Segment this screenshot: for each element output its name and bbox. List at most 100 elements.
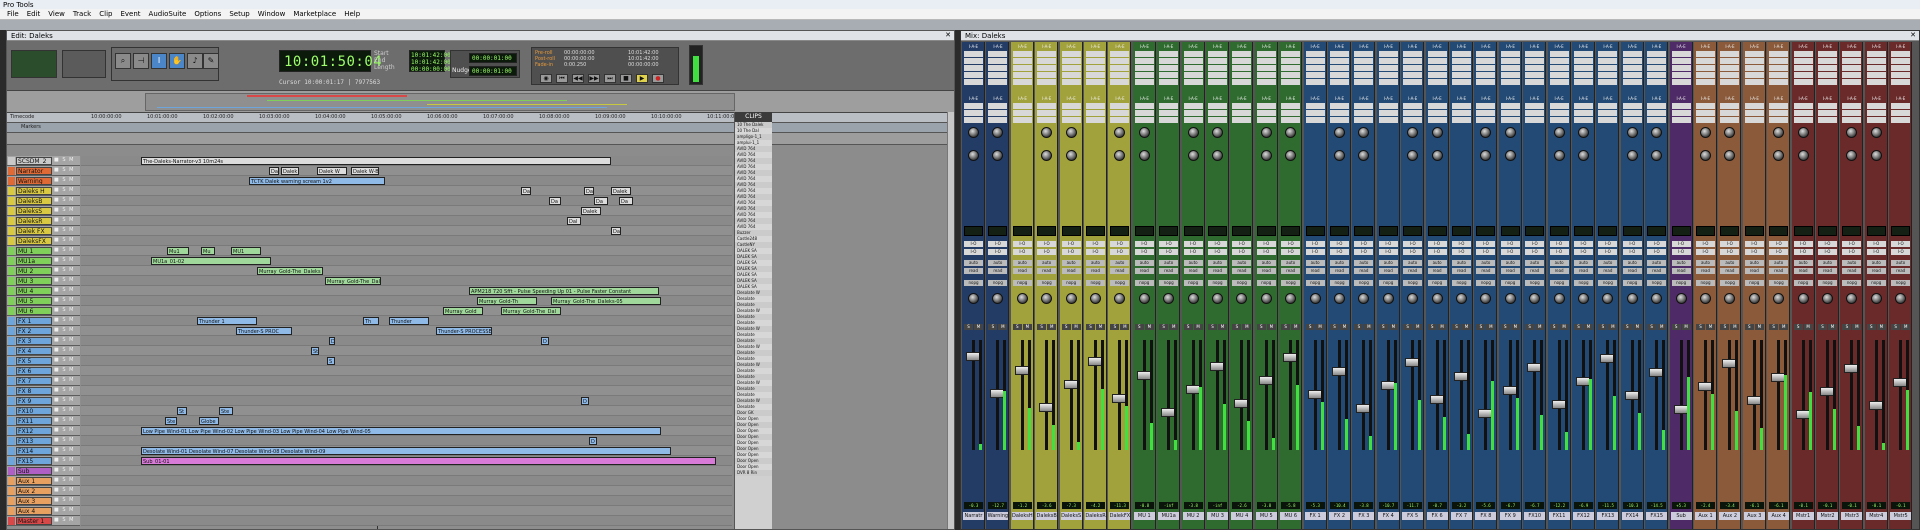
send-slot[interactable]: [1037, 110, 1057, 116]
clip[interactable]: Dal: [567, 217, 581, 225]
send-slot[interactable]: [1842, 103, 1862, 109]
pan-knob[interactable]: [1626, 293, 1638, 304]
insert-slot[interactable]: [1256, 58, 1276, 64]
send-slot[interactable]: [1378, 117, 1398, 123]
pan-knob[interactable]: [1456, 293, 1467, 304]
insert-slot[interactable]: [1403, 79, 1423, 85]
clip[interactable]: Dal: [269, 167, 279, 175]
clip[interactable]: Thunder-S PROC: [236, 327, 292, 335]
send-slot[interactable]: [1208, 103, 1227, 109]
insert-slot[interactable]: [1476, 65, 1496, 71]
clip[interactable]: D: [581, 397, 589, 405]
back-icon[interactable]: ◀◀: [572, 74, 584, 83]
mute-button[interactable]: M: [1632, 324, 1642, 330]
send-slot[interactable]: [988, 110, 1008, 116]
solo-button[interactable]: S: [964, 324, 973, 330]
send-knob[interactable]: [1285, 127, 1297, 138]
send-slot[interactable]: [1574, 117, 1593, 123]
insert-slot[interactable]: [1354, 72, 1374, 78]
input-selector[interactable]: I-O: [1012, 241, 1032, 247]
automation-read[interactable]: read: [1744, 268, 1764, 274]
insert-slot[interactable]: [1037, 58, 1057, 64]
send-slot[interactable]: [1476, 117, 1496, 123]
send-slot[interactable]: [1598, 117, 1618, 123]
insert-slot[interactable]: [1647, 72, 1667, 78]
input-selector[interactable]: I-O: [1671, 241, 1691, 247]
solo-mute-buttons[interactable]: SM: [1525, 324, 1545, 330]
send-knob[interactable]: [1431, 150, 1443, 161]
send-slot[interactable]: [1281, 103, 1301, 109]
solo-button[interactable]: S: [1134, 324, 1144, 330]
group-selector[interactable]: nopg: [1647, 280, 1667, 286]
track-lane[interactable]: [81, 376, 732, 386]
track-buttons[interactable]: ■ S M: [54, 237, 74, 243]
track-lane[interactable]: TCTK Dalek warning scream 1v2: [81, 176, 732, 186]
track-lane[interactable]: Murray_Gold-The_Dale: [81, 276, 732, 286]
track-header[interactable]: DaleksR ■ S M: [7, 216, 80, 226]
input-selector[interactable]: I-O: [1378, 241, 1398, 247]
send-knob[interactable]: [1504, 150, 1516, 161]
track-lane[interactable]: St Ste: [81, 406, 732, 416]
track-buttons[interactable]: ■ S M: [54, 227, 74, 233]
track-lane[interactable]: [81, 466, 732, 476]
send-slot[interactable]: [1134, 117, 1154, 123]
send-knob[interactable]: [1334, 127, 1345, 138]
mix-window-title-bar[interactable]: Mix: Daleks ✕: [961, 31, 1919, 41]
insert-slot[interactable]: [1012, 58, 1032, 64]
send-slot[interactable]: [1696, 117, 1715, 123]
insert-slot[interactable]: [1744, 58, 1764, 64]
mute-button[interactable]: M: [1071, 324, 1081, 330]
track-header[interactable]: DaleksS ■ S M: [7, 206, 80, 216]
send-slot[interactable]: [1622, 103, 1642, 109]
insert-slot[interactable]: [1354, 79, 1374, 85]
clip[interactable]: Thunder: [389, 317, 429, 325]
pan-knob[interactable]: [1675, 293, 1687, 304]
send-slot[interactable]: [1012, 103, 1032, 109]
send-slot[interactable]: [964, 103, 983, 109]
automation-read[interactable]: read: [1427, 268, 1447, 274]
volume-readout[interactable]: -12.2: [1549, 502, 1569, 509]
insert-slot[interactable]: [1061, 58, 1081, 64]
send-knob[interactable]: [1212, 150, 1223, 161]
insert-slot[interactable]: [1574, 79, 1593, 85]
automation-read[interactable]: read: [1281, 268, 1301, 274]
insert-slot[interactable]: [1476, 79, 1496, 85]
insert-slot[interactable]: [1134, 58, 1154, 64]
track-name[interactable]: Aux 4: [16, 507, 52, 515]
send-slot[interactable]: [1208, 117, 1227, 123]
output-selector[interactable]: I-O: [1281, 249, 1301, 255]
clip[interactable]: D: [541, 337, 549, 345]
automation-mode[interactable]: auto: [1256, 260, 1276, 266]
pan-knob[interactable]: [1334, 293, 1345, 304]
send-slot[interactable]: [988, 117, 1008, 123]
insert-slot[interactable]: [1110, 51, 1130, 57]
send-slot[interactable]: [1256, 103, 1276, 109]
track-lane[interactable]: The-Daleks-Narrator-v3 10m24s: [81, 156, 732, 166]
insert-slot[interactable]: [1500, 58, 1520, 64]
send-slot[interactable]: [1330, 103, 1349, 109]
solo-mute-buttons[interactable]: SM: [1818, 324, 1837, 330]
insert-slot[interactable]: [1842, 79, 1862, 85]
insert-slot[interactable]: [1159, 79, 1179, 85]
pan-knob[interactable]: [1163, 293, 1175, 304]
input-selector[interactable]: I-O: [1281, 241, 1301, 247]
group-selector[interactable]: nopg: [1134, 280, 1154, 286]
send-knob[interactable]: [1846, 127, 1858, 138]
automation-mode[interactable]: auto: [1354, 260, 1374, 266]
automation-mode[interactable]: auto: [1378, 260, 1398, 266]
insert-slot[interactable]: [1866, 79, 1886, 85]
menu-item-event[interactable]: Event: [116, 9, 144, 19]
track-name[interactable]: Aux 1: [16, 477, 52, 485]
send-knob[interactable]: [1578, 127, 1589, 138]
clip[interactable]: Sub_01-01: [141, 457, 716, 465]
solo-button[interactable]: S: [1183, 324, 1193, 330]
pan-knob[interactable]: [968, 293, 979, 304]
output-selector[interactable]: I-O: [1476, 249, 1496, 255]
input-selector[interactable]: I-O: [1696, 241, 1715, 247]
send-slot[interactable]: [1134, 103, 1154, 109]
group-selector[interactable]: nopg: [1696, 280, 1715, 286]
output-selector[interactable]: I-O: [1110, 249, 1130, 255]
send-slot[interactable]: [1354, 117, 1374, 123]
solo-button[interactable]: S: [1330, 324, 1339, 330]
track-buttons[interactable]: ■ S M: [54, 517, 74, 523]
